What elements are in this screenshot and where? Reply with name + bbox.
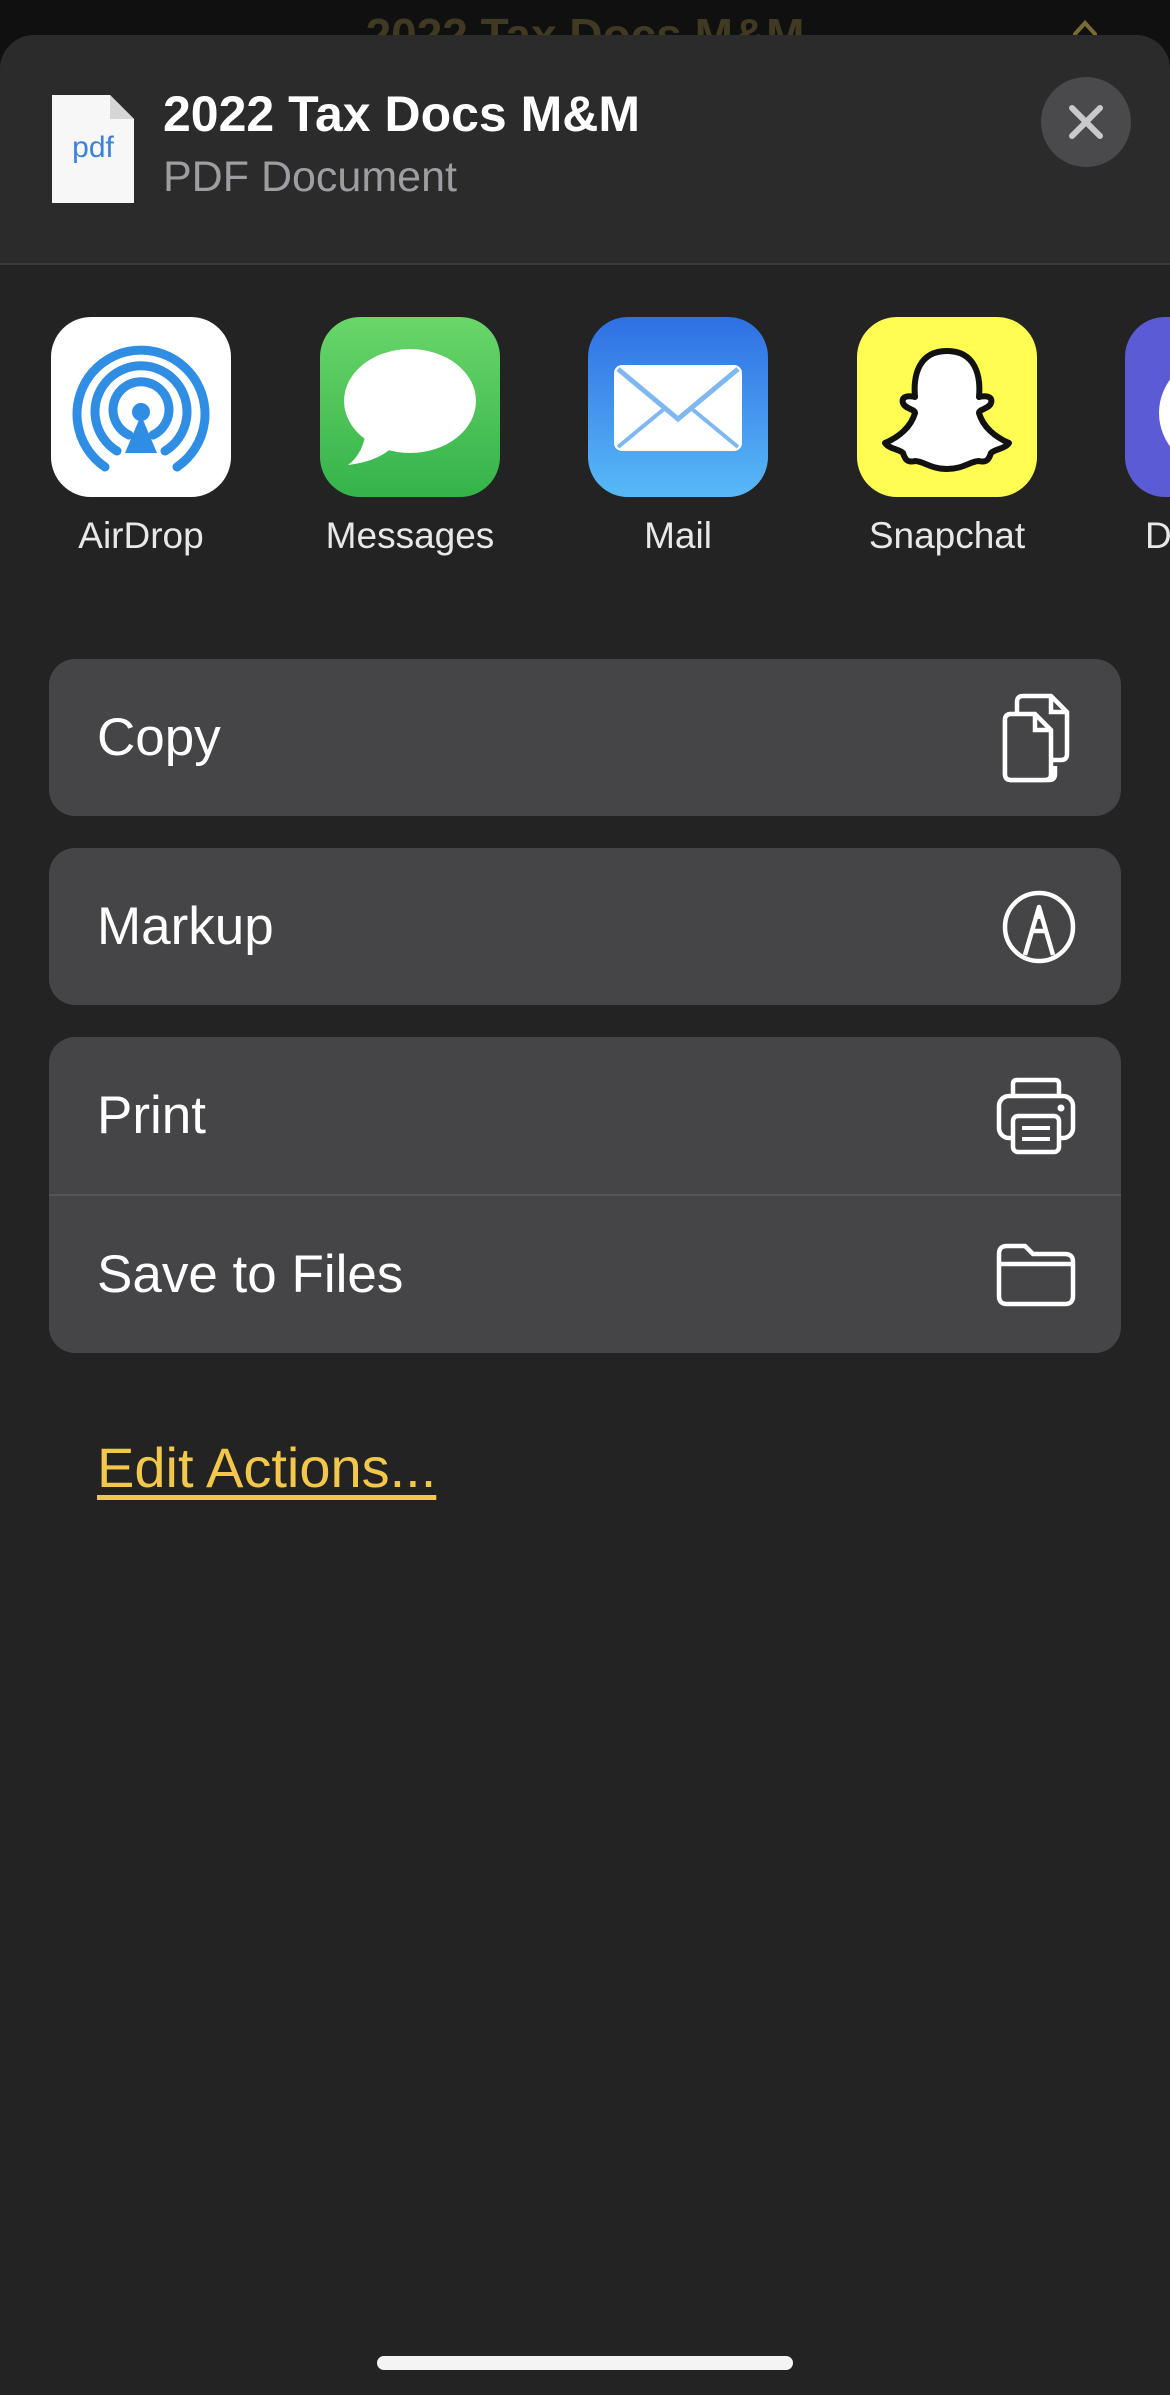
save-to-files-action[interactable]: Save to Files (49, 1194, 1121, 1353)
pdf-file-icon: pdf (52, 95, 134, 203)
markup-action[interactable]: Markup (49, 848, 1121, 1005)
action-label: Print (97, 1086, 206, 1145)
snapchat-icon (882, 348, 1012, 472)
app-label: D (1145, 515, 1170, 556)
pdf-label: pdf (72, 131, 114, 164)
app-airdrop[interactable]: AirDrop (51, 317, 231, 557)
action-group-copy: Copy (49, 659, 1121, 816)
document-type: PDF Document (163, 153, 457, 201)
mail-icon (614, 365, 742, 451)
app-messages[interactable]: Messages (320, 317, 500, 557)
action-label: Markup (97, 897, 274, 956)
app-label: Messages (325, 515, 495, 556)
close-button[interactable] (1041, 77, 1131, 167)
copy-icon (1002, 693, 1070, 782)
close-icon (1069, 105, 1103, 139)
action-group-print-save: Print Save to Files (49, 1037, 1121, 1353)
action-label: Copy (97, 708, 221, 767)
app-snapchat[interactable]: Snapchat (857, 317, 1037, 557)
app-mail[interactable]: Mail (588, 317, 768, 557)
document-title: 2022 Tax Docs M&M (163, 86, 641, 142)
edit-actions-link[interactable]: Edit Actions... (97, 1435, 436, 1500)
airdrop-icon (72, 345, 210, 472)
print-action[interactable]: Print (49, 1037, 1121, 1194)
folder-icon (996, 1243, 1076, 1306)
copy-action[interactable]: Copy (49, 659, 1121, 816)
share-sheet: pdf 2022 Tax Docs M&M PDF Document AirDr… (0, 35, 1170, 2395)
app-label: AirDrop (78, 515, 204, 556)
markup-icon (1002, 890, 1076, 963)
app-label: Snapchat (868, 515, 1026, 556)
partial-app-icon (1159, 379, 1170, 447)
home-indicator[interactable] (377, 2356, 793, 2370)
printer-icon (996, 1077, 1076, 1154)
action-group-markup: Markup (49, 848, 1121, 1005)
action-label: Save to Files (97, 1245, 404, 1304)
messages-icon (344, 349, 476, 465)
share-sheet-header: pdf 2022 Tax Docs M&M PDF Document (0, 35, 1170, 265)
app-partial[interactable]: D (1125, 317, 1170, 557)
app-row: AirDrop Messages Mail Snapchat D (0, 317, 1170, 617)
app-label: Mail (644, 515, 712, 556)
